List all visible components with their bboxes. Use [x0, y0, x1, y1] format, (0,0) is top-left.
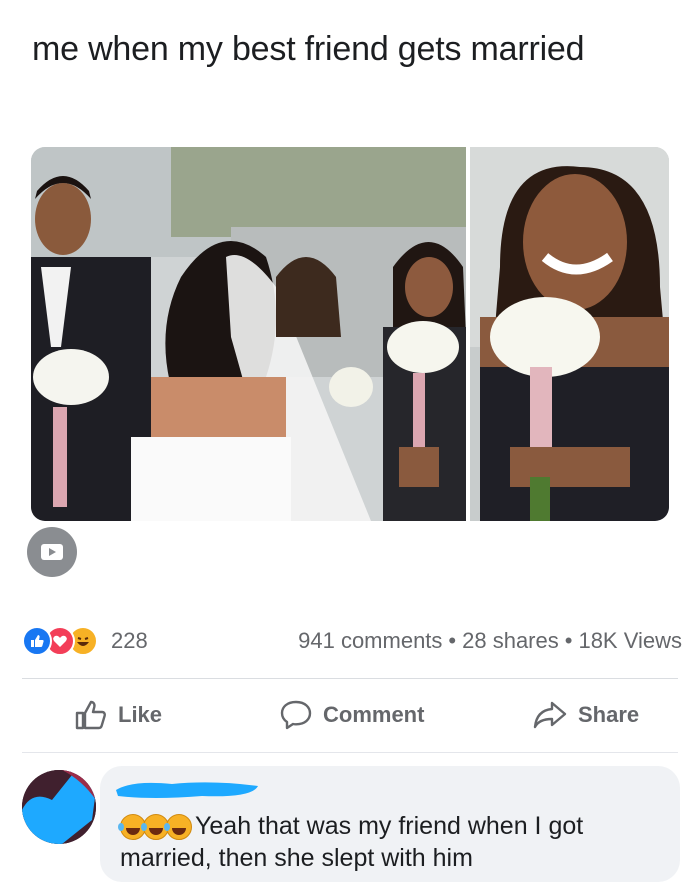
comment-text-line2: married, then she slept with him [120, 844, 473, 872]
comment-label: Comment [323, 702, 425, 727]
reaction-icons[interactable] [22, 624, 98, 658]
engagement-counts: 941 comments • 28 shares • 18K Views [298, 628, 682, 654]
post-media[interactable] [31, 147, 669, 521]
separator-dot: • [564, 628, 573, 653]
divider [22, 678, 678, 679]
share-arrow-icon [533, 701, 567, 729]
shares-count[interactable]: 28 shares [462, 628, 559, 653]
tv-screen-icon [41, 544, 63, 560]
rofl-emoji-icon [164, 813, 192, 840]
like-reaction-icon [22, 626, 52, 656]
redacted-commenter-name[interactable] [112, 776, 262, 802]
comments-count[interactable]: 941 comments [298, 628, 442, 653]
share-button[interactable]: Share [532, 697, 639, 733]
wedding-photo-left[interactable] [31, 147, 466, 521]
commenter-avatar[interactable] [22, 770, 96, 844]
views-count: 18K Views [578, 628, 682, 653]
thumbs-up-icon [75, 700, 107, 730]
like-label: Like [118, 702, 163, 727]
like-button[interactable]: Like [74, 697, 162, 733]
comment-line1-text: Yeah that was my friend when I got [195, 812, 584, 840]
comment-button[interactable]: Comment [279, 697, 424, 733]
separator-dot: • [448, 628, 457, 653]
bridesmaid-photo-right[interactable] [470, 147, 669, 521]
divider [22, 752, 678, 753]
comment-text-line1: Yeah that was my friend when I got [118, 812, 584, 841]
reaction-count[interactable]: 228 [111, 628, 148, 654]
post-text: me when my best friend gets married [32, 30, 585, 68]
video-icon[interactable] [27, 527, 77, 577]
share-label: Share [578, 702, 640, 727]
rofl-emoji-icons [118, 813, 192, 840]
comment-bubble-icon [280, 700, 312, 730]
post-stats: 228 941 comments • 28 shares • 18K Views [22, 624, 682, 658]
